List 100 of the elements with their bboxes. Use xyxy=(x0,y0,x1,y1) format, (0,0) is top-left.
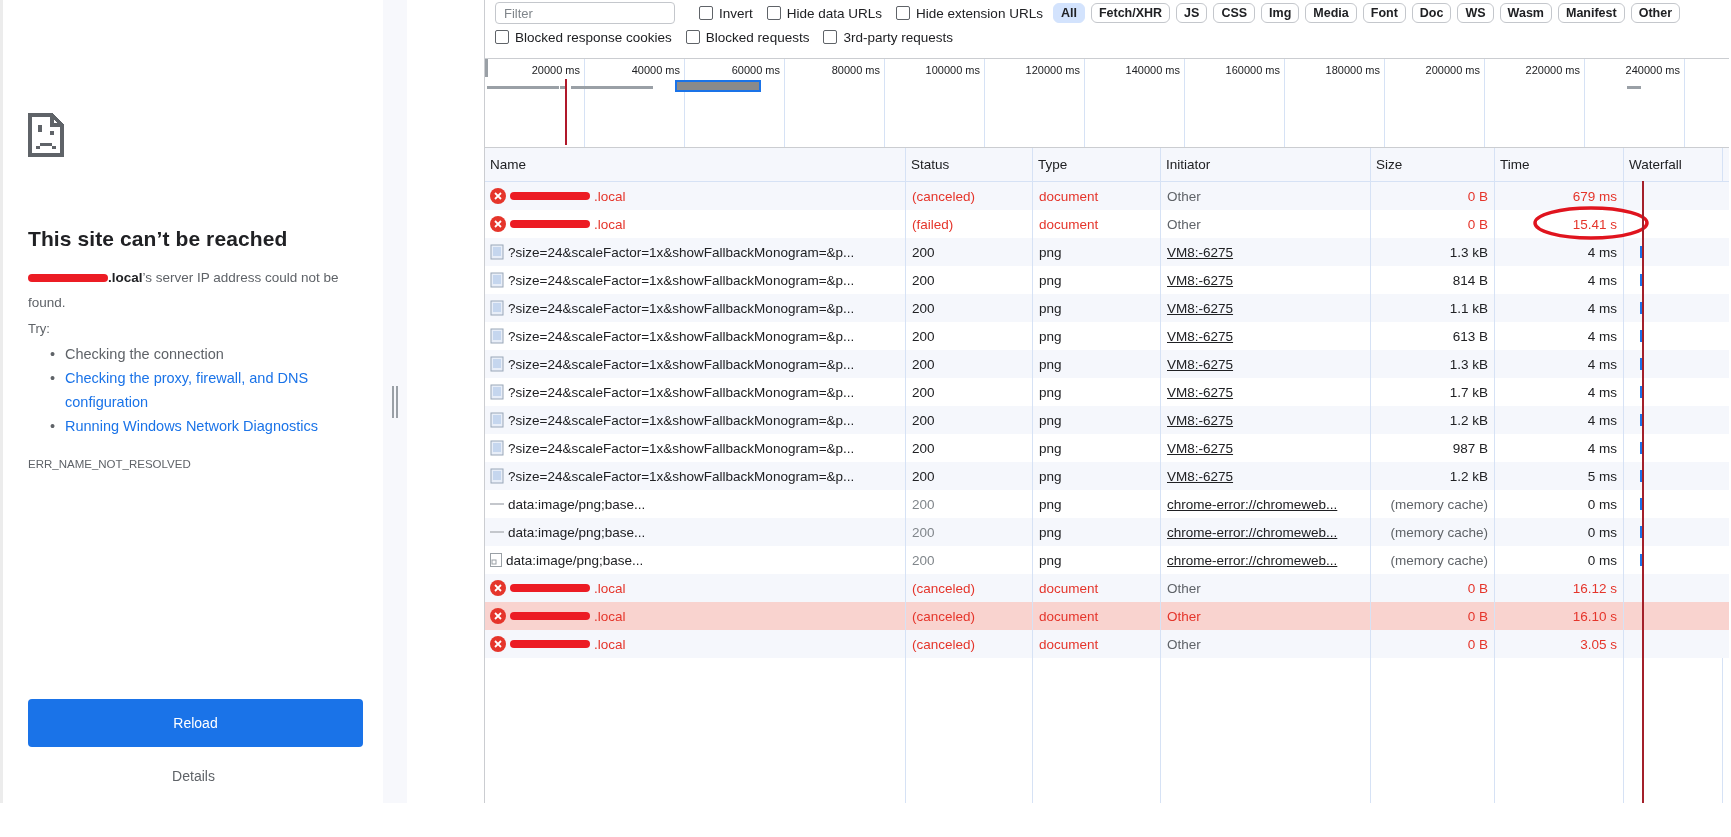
dash-icon xyxy=(490,530,504,534)
status-text: 200 xyxy=(912,328,935,344)
request-row[interactable]: ?size=24&scaleFactor=1x&showFallbackMonogram=&p... 200 png VM8:-6275 1.2 kB 5 ms xyxy=(485,462,1729,490)
suggestion-link[interactable]: Checking the proxy, firewall, and DNS configuration xyxy=(65,366,359,414)
checkbox[interactable] xyxy=(823,30,838,44)
initiator-text: Other xyxy=(1167,188,1201,204)
error-icon xyxy=(490,188,506,204)
status-text: 200 xyxy=(912,412,935,428)
timeline-tick: 180000 ms xyxy=(1325,64,1380,78)
checkbox[interactable] xyxy=(766,6,781,20)
time-text: 4 ms xyxy=(1587,272,1617,288)
request-row[interactable]: ?size=24&scaleFactor=1x&showFallbackMonogram=&p... 200 png VM8:-6275 1.3 kB 4 ms xyxy=(485,350,1729,378)
initiator-link[interactable]: VM8:-6275 xyxy=(1167,384,1234,400)
timeline-tick: 120000 ms xyxy=(1025,64,1080,78)
timeline-tick: 60000 ms xyxy=(731,64,780,78)
type-filter-button[interactable]: Wasm xyxy=(1499,3,1552,23)
request-row[interactable]: ?size=24&scaleFactor=1x&showFallbackMonogram=&p... 200 png VM8:-6275 1.3 kB 4 ms xyxy=(485,238,1729,266)
initiator-link[interactable]: VM8:-6275 xyxy=(1167,272,1234,288)
type-filter-button[interactable]: Media xyxy=(1305,3,1357,23)
type-filter-button[interactable]: Doc xyxy=(1411,3,1452,23)
status-text: 200 xyxy=(912,244,935,260)
status-text: (canceled) xyxy=(912,188,976,204)
type-text: png xyxy=(1039,244,1062,260)
checkbox-label: Invert xyxy=(719,5,753,21)
initiator-link[interactable]: VM8:-6275 xyxy=(1167,412,1234,428)
initiator-link[interactable]: VM8:-6275 xyxy=(1167,440,1234,456)
suggestion-link[interactable]: Running Windows Network Diagnostics xyxy=(65,414,319,438)
type-filter-button[interactable]: JS xyxy=(1176,3,1208,23)
size-text: (memory cache) xyxy=(1390,552,1488,568)
size-text: 0 B xyxy=(1467,216,1488,232)
error-code: ERR_NAME_NOT_RESOLVED xyxy=(28,458,192,470)
initiator-link[interactable]: VM8:-6275 xyxy=(1167,244,1234,260)
checkbox[interactable] xyxy=(896,6,911,20)
request-row[interactable]: data:image/png;base... 200 png chrome-error://chromeweb... (memory cache) 0 ms xyxy=(485,518,1729,546)
details-button[interactable]: Details xyxy=(166,767,221,785)
column-header[interactable]: Size xyxy=(1376,157,1403,172)
initiator-link[interactable]: VM8:-6275 xyxy=(1167,356,1234,372)
checkbox[interactable] xyxy=(699,6,713,20)
time-text: 5 ms xyxy=(1587,468,1617,484)
column-header[interactable]: Time xyxy=(1500,157,1530,172)
resize-handle[interactable] xyxy=(392,385,398,418)
image-file-icon xyxy=(490,468,504,484)
type-filter-button[interactable]: Img xyxy=(1261,3,1300,23)
bullet: • xyxy=(50,345,55,364)
type-filter-button[interactable]: Fetch/XHR xyxy=(1090,3,1171,23)
type-filter-button[interactable]: Manifest xyxy=(1557,3,1625,23)
request-row[interactable]: .local (canceled) document Other 0 B 3.05 s xyxy=(485,630,1729,658)
type-text: document xyxy=(1039,608,1099,624)
size-text: 0 B xyxy=(1467,636,1488,652)
initiator-link[interactable]: VM8:-6275 xyxy=(1167,328,1234,344)
error-title: This site can’t be reached xyxy=(28,227,289,251)
initiator-link[interactable]: VM8:-6275 xyxy=(1167,300,1234,316)
status-text: (canceled) xyxy=(912,580,976,596)
column-header[interactable]: Type xyxy=(1038,157,1068,172)
time-text: 0 ms xyxy=(1587,496,1617,512)
initiator-text: Other xyxy=(1167,608,1201,624)
column-header[interactable]: Name xyxy=(490,157,526,172)
type-filter-button[interactable]: WS xyxy=(1457,3,1494,23)
type-filter-button[interactable]: Font xyxy=(1362,3,1406,23)
time-text: 4 ms xyxy=(1587,328,1617,344)
time-text: 3.05 s xyxy=(1580,636,1617,652)
size-text: 987 B xyxy=(1452,440,1488,456)
column-header[interactable]: Initiator xyxy=(1166,157,1211,172)
initiator-link[interactable]: chrome-error://chromeweb... xyxy=(1167,552,1338,568)
initiator-link[interactable]: chrome-error://chromeweb... xyxy=(1167,524,1338,540)
request-name: .local xyxy=(594,188,626,204)
timeline-tick: 20000 ms xyxy=(531,64,580,78)
image-file-icon xyxy=(490,356,504,372)
file-icon xyxy=(490,553,502,567)
image-file-icon xyxy=(490,300,504,316)
request-name: ?size=24&scaleFactor=1x&showFallbackMonogram=&p... xyxy=(508,412,855,428)
type-filter-button[interactable]: All xyxy=(1052,3,1085,23)
type-filter-button[interactable]: CSS xyxy=(1213,3,1256,23)
status-text: 200 xyxy=(912,468,935,484)
type-text: png xyxy=(1039,552,1062,568)
request-row[interactable]: .local (canceled) document Other 0 B 679 ms xyxy=(485,182,1729,210)
request-name: ?size=24&scaleFactor=1x&showFallbackMonogram=&p... xyxy=(508,356,855,372)
error-icon xyxy=(490,608,506,624)
time-text: 4 ms xyxy=(1587,300,1617,316)
reload-button[interactable]: Reload xyxy=(28,699,363,747)
initiator-text: Other xyxy=(1167,216,1201,232)
type-filter-button[interactable]: Other xyxy=(1630,3,1680,23)
request-row[interactable]: .local (canceled) document Other 0 B 16.12 s xyxy=(485,574,1729,602)
initiator-link[interactable]: VM8:-6275 xyxy=(1167,468,1234,484)
status-text: 200 xyxy=(912,496,935,512)
checkbox[interactable] xyxy=(495,30,509,44)
type-text: png xyxy=(1039,356,1062,372)
request-row[interactable]: ?size=24&scaleFactor=1x&showFallbackMonogram=&p... 200 png VM8:-6275 1.2 kB 4 ms xyxy=(485,406,1729,434)
column-header[interactable]: Waterfall xyxy=(1629,157,1682,172)
filter-field[interactable]: Filter xyxy=(495,2,675,24)
time-text: 4 ms xyxy=(1587,244,1617,260)
initiator-link[interactable]: chrome-error://chromeweb... xyxy=(1167,496,1338,512)
checkbox[interactable] xyxy=(685,30,700,44)
column-header[interactable]: Status xyxy=(911,157,950,172)
request-name: ?size=24&scaleFactor=1x&showFallbackMonogram=&p... xyxy=(508,384,855,400)
size-text: 814 B xyxy=(1452,272,1488,288)
request-row[interactable]: ?size=24&scaleFactor=1x&showFallbackMonogram=&p... 200 png VM8:-6275 1.1 kB 4 ms xyxy=(485,294,1729,322)
time-text: 679 ms xyxy=(1572,188,1617,204)
request-name: data:image/png;base... xyxy=(506,552,644,568)
image-file-icon xyxy=(490,328,504,344)
